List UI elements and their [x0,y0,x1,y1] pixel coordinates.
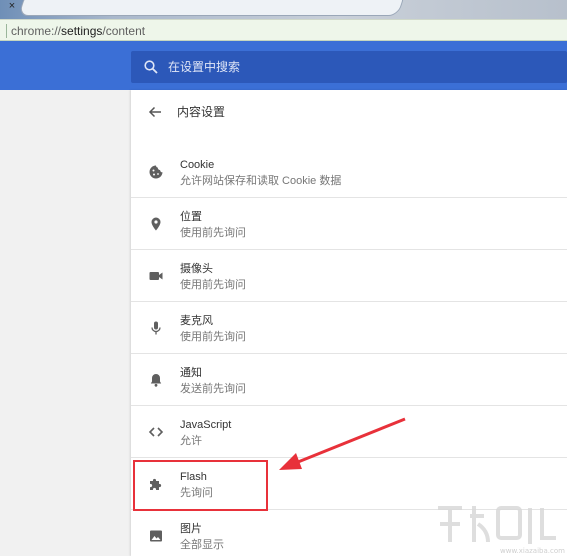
browser-tab-strip: × [0,0,567,19]
settings-item-title: Flash [180,471,207,483]
address-bar-divider [6,24,7,38]
url-text[interactable]: chrome://settings/content [11,23,145,39]
cookie-icon [149,165,163,179]
settings-item-title: JavaScript [180,419,232,431]
url-path: /content [102,24,146,38]
arrow-back-icon[interactable] [147,104,163,120]
search-placeholder: 在设置中搜索 [168,60,241,74]
left-sidebar-area [0,90,131,556]
settings-item-title: 图片 [180,523,202,535]
page-title: 内容设置 [177,105,226,119]
bell-icon [150,374,162,387]
image-icon [150,530,162,542]
settings-item-subtitle: 使用前先询问 [180,331,246,343]
settings-item-javascript[interactable]: JavaScript 允许 [131,408,567,460]
settings-item-subtitle: 使用前先询问 [180,279,246,291]
settings-item-title: 摄像头 [180,263,213,275]
url-host: settings [61,24,103,38]
settings-item-notifications[interactable]: 通知 发送前先询问 [131,356,567,408]
settings-item-microphone[interactable]: 麦克风 使用前先询问 [131,304,567,356]
browser-tab[interactable] [18,0,406,16]
puzzle-icon [150,478,162,490]
settings-item-subtitle: 发送前先询问 [180,383,246,395]
microphone-icon [151,321,161,335]
camera-icon [149,272,163,280]
svg-text:www.xiazaiba.com: www.xiazaiba.com [500,547,565,555]
settings-item-subtitle: 全部显示 [180,539,224,551]
address-bar[interactable]: chrome://settings/content [0,19,567,41]
row-divider [131,249,567,250]
row-divider [131,405,567,406]
settings-item-location[interactable]: 位置 使用前先询问 [131,200,567,252]
row-divider [131,197,567,198]
row-divider [131,353,567,354]
settings-item-subtitle: 允许网站保存和读取 Cookie 数据 [180,175,342,187]
settings-item-title: 通知 [180,367,202,379]
settings-item-title: Cookie [180,159,215,171]
tab-close-icon[interactable]: × [4,0,20,12]
content-settings-card: 内容设置 Cookie 允许网站保存和读取 Cookie 数据 位置 使用前先询… [131,90,567,556]
subpage-header: 内容设置 [131,90,567,138]
row-divider [131,301,567,302]
settings-item-subtitle: 使用前先询问 [180,227,246,239]
location-pin-icon [151,217,161,231]
settings-item-cookie[interactable]: Cookie 允许网站保存和读取 Cookie 数据 [131,148,567,200]
search-input[interactable]: 在设置中搜索 [131,51,567,83]
code-icon [148,427,164,437]
settings-header: 在设置中搜索 [0,41,567,90]
settings-item-subtitle: 允许 [180,435,202,447]
settings-item-camera[interactable]: 摄像头 使用前先询问 [131,252,567,304]
search-icon [144,60,158,74]
settings-item-subtitle: 先询问 [180,487,213,499]
settings-item-title: 位置 [180,211,202,223]
url-scheme: chrome:// [11,24,62,38]
site-watermark-logo: www.xiazaiba.com [438,506,565,555]
settings-item-title: 麦克风 [180,315,213,327]
row-divider [131,457,567,458]
